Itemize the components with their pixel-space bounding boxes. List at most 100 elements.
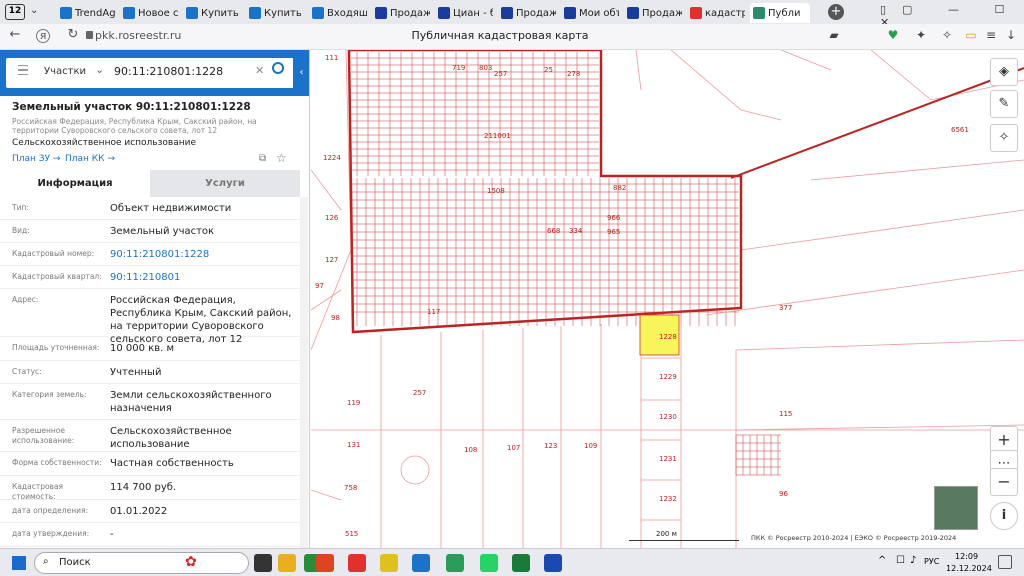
chrome-icon[interactable] <box>446 554 464 572</box>
tab-list-chevron-icon[interactable]: ⌄ <box>30 5 38 16</box>
tab-label: Входящ <box>327 7 367 19</box>
pin-icon[interactable]: ✧ <box>939 28 955 42</box>
browser-tab[interactable]: Мои объ <box>561 3 619 23</box>
search-icon: ⌕ <box>43 556 49 567</box>
info-field-row: Разрешенное использование: Сельскохозяйст… <box>0 420 300 452</box>
field-value[interactable]: 90:11:210801:1228 <box>110 248 300 261</box>
clock-date[interactable]: 12.12.2024 <box>946 564 992 573</box>
tab-information[interactable]: Информация <box>0 170 150 197</box>
arrow-right-icon: → <box>52 154 61 164</box>
notification-icon[interactable] <box>998 555 1012 569</box>
tab-favicon-icon <box>123 7 135 19</box>
parcel-number-label: 96 <box>779 490 788 498</box>
category-select[interactable]: Участки <box>44 66 86 77</box>
scale-label: 200 м <box>656 530 677 538</box>
browser-tab-bar: 12 ⌄ TrendAg Новое с Купить з Купить з Входя… <box>0 0 1024 29</box>
browser-tab[interactable]: Входящ <box>309 3 367 23</box>
field-value: Частная собственность <box>110 458 234 469</box>
word-icon[interactable] <box>544 554 562 572</box>
excel-icon[interactable] <box>512 554 530 572</box>
info-icon[interactable]: i <box>990 502 1018 530</box>
url-text[interactable]: pkk.rosreestr.ru <box>95 29 181 42</box>
tab-favicon-icon <box>186 7 198 19</box>
parcel-number-label: 1224 <box>323 154 341 162</box>
whatsapp-icon[interactable] <box>480 554 498 572</box>
info-field-row: Форма собственности: Частная собственност… <box>0 452 300 476</box>
tab-favicon-icon <box>690 7 702 19</box>
extensions-icon[interactable]: ✦ <box>913 28 929 42</box>
clear-icon[interactable]: ✕ <box>255 64 264 77</box>
shield-icon[interactable]: ♥ <box>885 28 901 42</box>
parcel-number-label: 111 <box>325 54 338 62</box>
tray-chevron-icon[interactable]: ^ <box>878 555 886 566</box>
panel-scrollbar[interactable] <box>300 197 308 548</box>
yandex-icon[interactable]: я <box>36 29 50 43</box>
browser-tab[interactable]: Публи <box>750 3 810 23</box>
tab-services-label: Услуги <box>205 178 245 189</box>
yandex-icon[interactable] <box>348 554 366 572</box>
clock-time[interactable]: 12:09 <box>955 552 978 561</box>
info-field-row: Категория земель: Земли сельскохозяйствен… <box>0 384 300 420</box>
parcel-number-label: 882 <box>613 184 626 192</box>
browser-tab[interactable]: Циан - б <box>435 3 493 23</box>
windows-start-icon[interactable] <box>12 556 26 570</box>
battery-icon[interactable]: ▭ <box>963 28 979 42</box>
ruler-icon[interactable]: ✎ <box>990 90 1018 118</box>
cadastral-map[interactable]: 111 1224 126 127 97 98 719 803 257 25 278 1508 882 96… <box>311 50 1024 548</box>
tab-label: Продаж <box>390 7 430 19</box>
parcel-number-label: 719 <box>452 64 465 72</box>
field-label: Категория земель: <box>12 390 87 399</box>
language-indicator[interactable]: РУС <box>924 557 939 566</box>
chevron-down-icon[interactable]: ⌄ <box>95 63 104 76</box>
yandex-market-icon[interactable] <box>380 554 398 572</box>
info-field-row: Тип: Объект недвижимости <box>0 197 300 220</box>
reload-icon[interactable]: ↻ <box>64 27 82 42</box>
locate-icon[interactable]: ✧ <box>990 124 1018 152</box>
layers-icon[interactable]: ◈ <box>990 58 1018 86</box>
satellite-preview[interactable] <box>934 486 978 530</box>
volume-icon[interactable]: ♪ <box>910 555 916 566</box>
browser-tab[interactable]: кадастр <box>687 3 745 23</box>
field-value[interactable]: 90:11:210801 <box>110 271 300 284</box>
new-tab-button[interactable]: + <box>828 4 844 20</box>
back-icon[interactable]: ← <box>6 27 24 42</box>
zoom-out-button[interactable]: − <box>990 468 1018 496</box>
browser-tab[interactable]: Продаж <box>624 3 682 23</box>
menu-icon[interactable]: ≡ <box>983 28 999 42</box>
edge-icon[interactable] <box>412 554 430 572</box>
yandex-browser-icon[interactable] <box>316 554 334 572</box>
taskbar-search-box[interactable]: ⌕ Поиск ✿ <box>34 552 249 574</box>
info-field-row: дата определения: 01.01.2022 <box>0 500 300 523</box>
browser-tab[interactable]: Новое с <box>120 3 178 23</box>
star-icon[interactable]: ☆ <box>276 151 287 165</box>
collapse-panel-button[interactable]: ‹ <box>293 50 309 96</box>
search-icon[interactable] <box>272 62 284 74</box>
network-icon[interactable]: ☐ <box>896 555 905 566</box>
plan-kk-link[interactable]: План КК → <box>65 154 115 164</box>
tab-label: Публи <box>768 7 801 19</box>
field-value: 114 700 руб. <box>110 482 177 493</box>
search-input[interactable]: 90:11:210801:1228 <box>114 65 223 78</box>
hamburger-icon[interactable] <box>18 65 28 75</box>
parcel-number-label: 107 <box>507 444 520 452</box>
browser-tab[interactable]: Купить з <box>183 3 241 23</box>
parcel-number-label: 6561 <box>951 126 969 134</box>
tab-services[interactable]: Услуги <box>150 170 300 197</box>
bookmark-icon[interactable]: ▰ <box>826 28 842 42</box>
windows-taskbar: ⌕ Поиск ✿ ^ ☐ ♪ РУС 12:09 12.12.2024 <box>0 548 1024 576</box>
map-drawing[interactable]: 11112241261279798719 803257 25 2781508 88296… <box>311 50 1024 548</box>
download-icon[interactable]: ↓ <box>1003 28 1019 42</box>
browser-tab[interactable]: Продаж <box>498 3 556 23</box>
browser-tab[interactable]: Продаж <box>372 3 430 23</box>
tab-favicon-icon <box>60 7 72 19</box>
browser-tab[interactable]: Купить з <box>246 3 304 23</box>
file-explorer-icon[interactable] <box>278 554 296 572</box>
tab-label: Продаж <box>516 7 556 19</box>
plan-zu-link[interactable]: План ЗУ → <box>12 154 60 164</box>
copy-icon[interactable]: ⧉ <box>259 153 266 164</box>
task-view-icon[interactable] <box>254 554 272 572</box>
tab-count-badge[interactable]: 12 <box>5 4 25 20</box>
browser-tab[interactable]: TrendAg <box>57 3 115 23</box>
parcel-number-label: 131 <box>347 441 360 449</box>
parcel-number-label: 1230 <box>659 413 677 421</box>
